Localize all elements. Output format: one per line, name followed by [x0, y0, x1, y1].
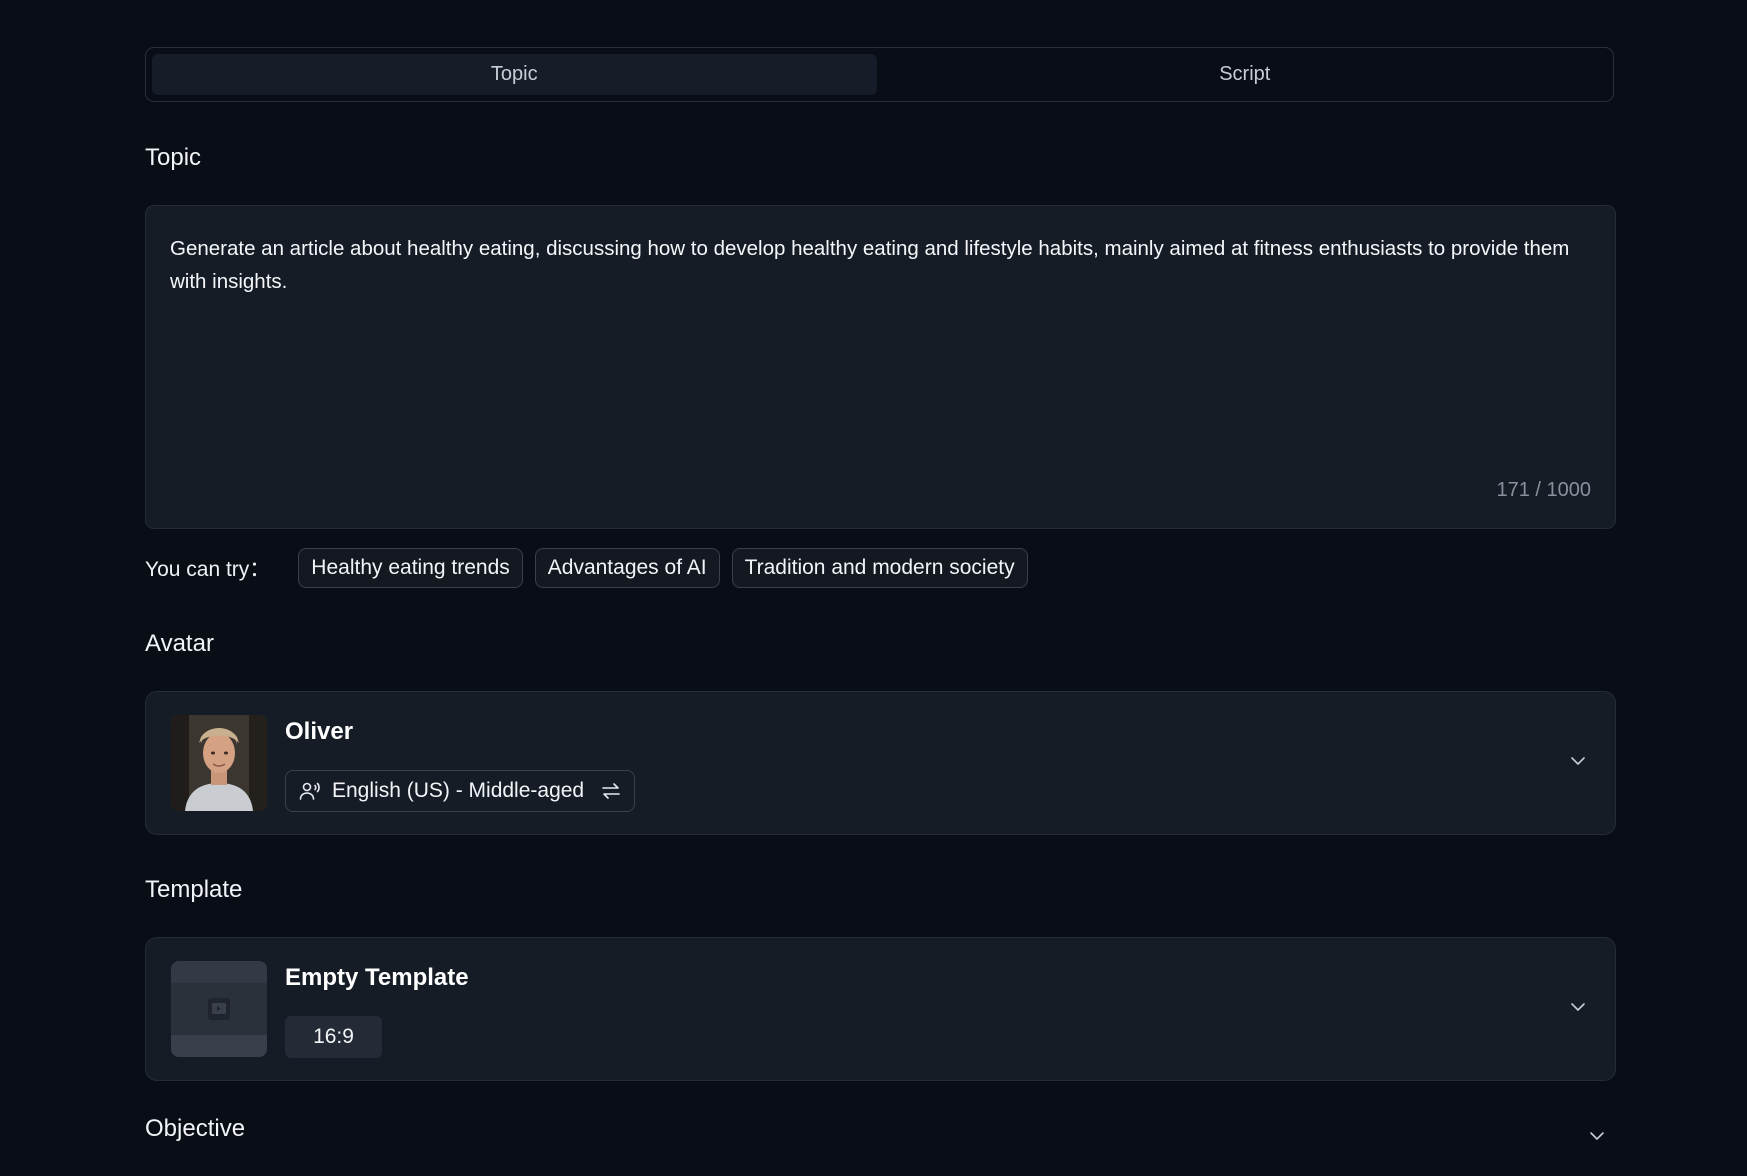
- template-card[interactable]: Empty Template 16:9: [145, 937, 1616, 1081]
- topic-section-label: Topic: [145, 144, 202, 171]
- tab-topic[interactable]: Topic: [152, 54, 877, 95]
- topic-text[interactable]: Generate an article about healthy eating…: [170, 232, 1575, 298]
- suggestion-chip-tradition[interactable]: Tradition and modern society: [731, 548, 1028, 588]
- tab-script[interactable]: Script: [883, 54, 1608, 95]
- person-voice-icon: [299, 782, 320, 800]
- avatar-thumbnail: [171, 715, 267, 811]
- suggestions-label: You can try：: [145, 558, 271, 581]
- chevron-down-icon[interactable]: [1569, 998, 1587, 1016]
- character-counter: 171 / 1000: [1496, 479, 1591, 501]
- mode-tabs: Topic Script: [145, 47, 1614, 102]
- aspect-ratio-badge[interactable]: 16:9: [285, 1016, 382, 1058]
- objective-label: Objective: [145, 1115, 246, 1142]
- template-section-label: Template: [145, 876, 243, 903]
- suggestion-chip-healthy-eating[interactable]: Healthy eating trends: [298, 548, 523, 588]
- suggestions-row: You can try： Healthy eating trends Advan…: [145, 547, 1040, 589]
- avatar-name: Oliver: [285, 718, 354, 745]
- avatar-card[interactable]: Oliver English (US) - Middle-aged: [145, 691, 1616, 835]
- template-thumbnail: [171, 961, 267, 1057]
- avatar-section-label: Avatar: [145, 630, 214, 657]
- objective-section[interactable]: Objective: [145, 1115, 1616, 1155]
- switch-arrows-icon[interactable]: [600, 780, 622, 802]
- video-placeholder-icon: [208, 998, 230, 1020]
- voice-selector[interactable]: English (US) - Middle-aged: [285, 770, 636, 812]
- chevron-down-icon[interactable]: [1588, 1127, 1606, 1145]
- chevron-down-icon[interactable]: [1569, 752, 1587, 770]
- template-name: Empty Template: [285, 964, 469, 991]
- suggestion-chip-ai[interactable]: Advantages of AI: [534, 548, 720, 588]
- voice-label: English (US) - Middle-aged: [332, 779, 585, 802]
- topic-textarea[interactable]: Generate an article about healthy eating…: [145, 205, 1616, 529]
